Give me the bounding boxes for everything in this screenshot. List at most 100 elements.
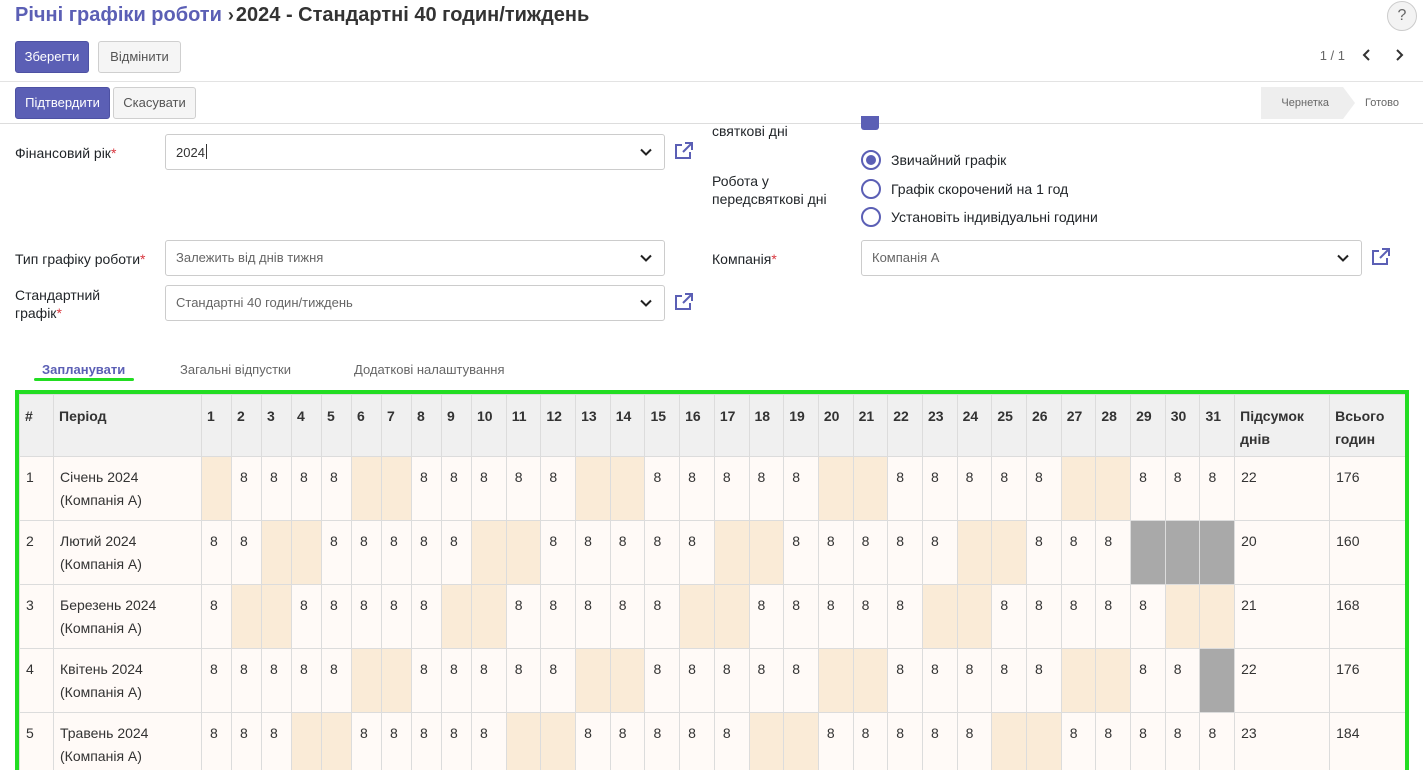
day-cell-weekend[interactable] xyxy=(292,713,322,770)
day-cell[interactable]: 8 xyxy=(202,585,232,649)
day-cell[interactable]: 8 xyxy=(382,521,412,585)
day-cell[interactable]: 8 xyxy=(1131,585,1166,649)
day-cell[interactable]: 8 xyxy=(506,457,541,521)
day-cell[interactable]: 8 xyxy=(645,585,680,649)
day-cell[interactable]: 8 xyxy=(610,521,645,585)
pager-previous-button[interactable] xyxy=(1357,44,1377,68)
day-cell-weekend[interactable] xyxy=(292,521,322,585)
day-cell[interactable]: 8 xyxy=(576,585,611,649)
day-cell[interactable]: 8 xyxy=(262,713,292,770)
confirm-button[interactable]: Підтвердити xyxy=(15,87,110,119)
day-cell[interactable]: 8 xyxy=(749,457,784,521)
table-row[interactable]: 3Березень 2024(Компанія А)88888888888888… xyxy=(20,585,1410,649)
standard-schedule-select[interactable]: Стандартні 40 годин/тиждень xyxy=(165,285,665,321)
day-cell[interactable]: 8 xyxy=(382,713,412,770)
preholiday-option-normal[interactable]: Звичайний графік xyxy=(891,152,1006,168)
day-cell[interactable]: 8 xyxy=(472,457,507,521)
day-cell[interactable]: 8 xyxy=(1061,713,1096,770)
save-button[interactable]: Зберегти xyxy=(15,41,89,73)
day-cell[interactable]: 8 xyxy=(784,649,819,713)
day-cell[interactable]: 8 xyxy=(352,713,382,770)
day-cell[interactable]: 8 xyxy=(202,521,232,585)
day-cell[interactable]: 8 xyxy=(322,649,352,713)
day-cell-weekend[interactable] xyxy=(352,649,382,713)
day-cell[interactable]: 8 xyxy=(262,649,292,713)
day-cell[interactable]: 8 xyxy=(784,457,819,521)
day-cell[interactable]: 8 xyxy=(957,713,992,770)
day-cell-weekend[interactable] xyxy=(1061,457,1096,521)
day-cell-weekend[interactable] xyxy=(442,585,472,649)
help-button[interactable]: ? xyxy=(1387,1,1417,31)
day-cell-weekend[interactable] xyxy=(382,649,412,713)
day-cell[interactable]: 8 xyxy=(322,457,352,521)
external-link-icon[interactable] xyxy=(1370,246,1392,268)
day-cell[interactable]: 8 xyxy=(957,649,992,713)
company-select[interactable]: Компанія А xyxy=(861,240,1362,276)
day-cell-weekend[interactable] xyxy=(232,585,262,649)
discard-button[interactable]: Відмінити xyxy=(98,41,181,73)
day-cell[interactable]: 8 xyxy=(541,649,576,713)
day-cell[interactable]: 8 xyxy=(412,649,442,713)
tab-plan[interactable]: Запланувати xyxy=(42,362,125,377)
day-cell[interactable]: 8 xyxy=(232,713,262,770)
day-cell[interactable]: 8 xyxy=(645,649,680,713)
fiscal-year-select[interactable]: 2024 xyxy=(165,134,665,170)
day-cell[interactable]: 8 xyxy=(262,457,292,521)
tab-general-holidays[interactable]: Загальні відпустки xyxy=(180,362,291,377)
day-cell[interactable]: 8 xyxy=(1200,457,1235,521)
stage-draft[interactable]: Чернетка xyxy=(1261,87,1343,119)
day-cell[interactable]: 8 xyxy=(888,585,923,649)
day-cell[interactable]: 8 xyxy=(1131,457,1166,521)
day-cell[interactable]: 8 xyxy=(1027,521,1062,585)
day-cell[interactable]: 8 xyxy=(610,585,645,649)
day-cell[interactable]: 8 xyxy=(1061,585,1096,649)
day-cell[interactable]: 8 xyxy=(232,457,262,521)
day-cell[interactable]: 8 xyxy=(232,649,262,713)
day-cell[interactable]: 8 xyxy=(292,457,322,521)
day-cell-weekend[interactable] xyxy=(992,713,1027,770)
day-cell[interactable]: 8 xyxy=(922,457,957,521)
tab-additional-settings[interactable]: Додаткові налаштування xyxy=(354,362,505,377)
day-cell[interactable]: 8 xyxy=(992,585,1027,649)
day-cell[interactable]: 8 xyxy=(506,649,541,713)
day-cell-weekend[interactable] xyxy=(322,713,352,770)
day-cell[interactable]: 8 xyxy=(714,457,749,521)
day-cell-weekend[interactable] xyxy=(202,457,232,521)
day-cell[interactable]: 8 xyxy=(888,457,923,521)
day-cell[interactable]: 8 xyxy=(680,649,715,713)
day-cell[interactable]: 8 xyxy=(1165,649,1200,713)
schedule-type-select[interactable]: Залежить від днів тижня xyxy=(165,240,665,276)
day-cell-weekend[interactable] xyxy=(818,457,853,521)
day-cell[interactable]: 8 xyxy=(382,585,412,649)
day-cell[interactable]: 8 xyxy=(922,521,957,585)
day-cell[interactable]: 8 xyxy=(784,585,819,649)
day-cell[interactable]: 8 xyxy=(853,585,888,649)
day-cell[interactable]: 8 xyxy=(322,585,352,649)
preholiday-option-custom[interactable]: Установіть індивідуальні години xyxy=(891,209,1098,225)
day-cell[interactable]: 8 xyxy=(645,713,680,770)
day-cell-weekend[interactable] xyxy=(714,521,749,585)
day-cell[interactable]: 8 xyxy=(992,649,1027,713)
day-cell[interactable]: 8 xyxy=(749,585,784,649)
day-cell-weekend[interactable] xyxy=(818,649,853,713)
day-cell[interactable]: 8 xyxy=(412,585,442,649)
day-cell[interactable]: 8 xyxy=(645,457,680,521)
day-cell[interactable]: 8 xyxy=(1165,457,1200,521)
day-cell[interactable]: 8 xyxy=(442,649,472,713)
day-cell[interactable]: 8 xyxy=(472,713,507,770)
day-cell-weekend[interactable] xyxy=(714,585,749,649)
table-row[interactable]: 5Травень 2024(Компанія А)888888888888888… xyxy=(20,713,1410,770)
day-cell[interactable]: 8 xyxy=(442,713,472,770)
day-cell-weekend[interactable] xyxy=(749,521,784,585)
day-cell[interactable]: 8 xyxy=(202,649,232,713)
day-cell[interactable]: 8 xyxy=(680,713,715,770)
day-cell[interactable]: 8 xyxy=(412,713,442,770)
day-cell-weekend[interactable] xyxy=(262,585,292,649)
day-cell[interactable]: 8 xyxy=(232,521,262,585)
day-cell[interactable]: 8 xyxy=(202,713,232,770)
day-cell[interactable]: 8 xyxy=(818,713,853,770)
preholiday-radio-normal[interactable] xyxy=(861,150,881,170)
day-cell-weekend[interactable] xyxy=(472,521,507,585)
day-cell[interactable]: 8 xyxy=(352,521,382,585)
day-cell[interactable]: 8 xyxy=(1027,649,1062,713)
